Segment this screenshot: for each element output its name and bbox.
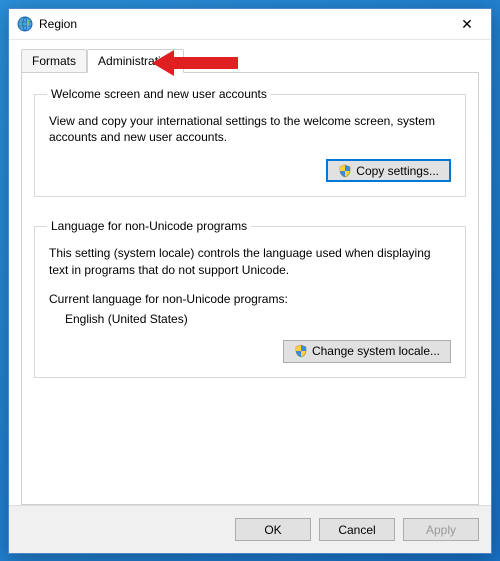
tab-strip: Formats Administrative xyxy=(21,48,479,72)
tab-label: Formats xyxy=(32,54,76,68)
button-label: Change system locale... xyxy=(312,344,440,358)
button-label: OK xyxy=(264,523,281,537)
copy-settings-button[interactable]: Copy settings... xyxy=(326,159,451,182)
button-label: Apply xyxy=(426,523,456,537)
apply-button[interactable]: Apply xyxy=(403,518,479,541)
group-description: This setting (system locale) controls th… xyxy=(49,245,451,277)
dialog-footer: OK Cancel Apply xyxy=(9,505,491,553)
group-legend: Language for non-Unicode programs xyxy=(47,219,251,233)
window-title: Region xyxy=(39,17,445,31)
cancel-button[interactable]: Cancel xyxy=(319,518,395,541)
button-label: Cancel xyxy=(338,523,375,537)
tab-page-administrative: Welcome screen and new user accounts Vie… xyxy=(21,72,479,505)
globe-icon xyxy=(17,16,33,32)
current-language-label: Current language for non-Unicode program… xyxy=(49,292,451,306)
group-non-unicode: Language for non-Unicode programs This s… xyxy=(34,219,466,377)
shield-icon xyxy=(338,164,352,178)
region-dialog: Region ✕ Formats Administrative Welcome … xyxy=(8,8,492,554)
shield-icon xyxy=(294,344,308,358)
close-icon: ✕ xyxy=(461,16,473,33)
change-system-locale-button[interactable]: Change system locale... xyxy=(283,340,451,363)
group-legend: Welcome screen and new user accounts xyxy=(47,87,271,101)
tab-administrative[interactable]: Administrative xyxy=(87,49,184,73)
button-label: Copy settings... xyxy=(356,164,439,178)
current-language-value: English (United States) xyxy=(65,312,451,326)
group-description: View and copy your international setting… xyxy=(49,113,451,145)
close-button[interactable]: ✕ xyxy=(445,10,489,39)
ok-button[interactable]: OK xyxy=(235,518,311,541)
tab-formats[interactable]: Formats xyxy=(21,49,87,73)
group-welcome-screen: Welcome screen and new user accounts Vie… xyxy=(34,87,466,197)
tab-label: Administrative xyxy=(98,54,173,68)
titlebar: Region ✕ xyxy=(9,9,491,40)
